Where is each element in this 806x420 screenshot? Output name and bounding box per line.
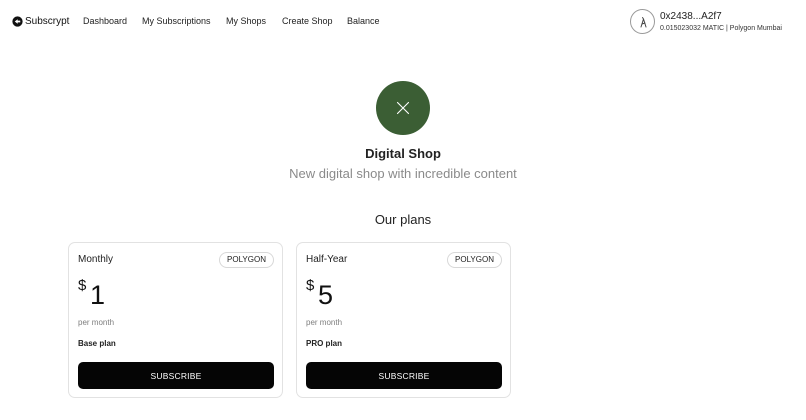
- nav-link-dashboard[interactable]: Dashboard: [83, 16, 127, 26]
- price-amount: 5: [318, 280, 334, 310]
- nav-link-create-shop[interactable]: Create Shop: [282, 16, 333, 26]
- plan-description: PRO plan: [306, 339, 343, 348]
- plan-name: Half-Year: [306, 254, 348, 265]
- network-badge: POLYGON: [447, 252, 502, 268]
- brand-logo-link[interactable]: Subscrypt: [12, 14, 69, 28]
- plan-card-monthly: Monthly POLYGON $ 1 per month Base plan …: [68, 242, 283, 398]
- shop-description: New digital shop with incredible content: [289, 166, 517, 181]
- wallet-address: 0x2438...A2f7: [660, 11, 722, 22]
- plan-card-half-year: Half-Year POLYGON $ 5 per month PRO plan…: [296, 242, 511, 398]
- account-avatar[interactable]: [630, 9, 655, 34]
- price-currency: $: [306, 277, 315, 294]
- nav-link-balance[interactable]: Balance: [347, 16, 380, 26]
- subscribe-button[interactable]: SUBSCRIBE: [306, 362, 502, 389]
- top-navbar: Subscrypt Dashboard My Subscriptions My …: [0, 0, 806, 44]
- price-amount: 1: [90, 280, 106, 310]
- wallet-avatar-icon: [640, 16, 646, 27]
- subscribe-button[interactable]: SUBSCRIBE: [78, 362, 274, 389]
- network-badge: POLYGON: [219, 252, 274, 268]
- plans-heading: Our plans: [374, 212, 432, 227]
- plan-name: Monthly: [78, 254, 114, 265]
- price-currency: $: [78, 277, 87, 294]
- wallet-balance: 0.015023032 MATIC | Polygon Mumbai: [660, 25, 782, 32]
- nav-link-my-shops[interactable]: My Shops: [226, 16, 266, 26]
- plan-period: per month: [78, 318, 115, 327]
- close-x-icon: [396, 101, 410, 115]
- plan-period: per month: [306, 318, 343, 327]
- subscrypt-logo-icon: [12, 15, 23, 27]
- shop-title: Digital Shop: [365, 146, 441, 161]
- plan-description: Base plan: [78, 339, 116, 348]
- brand-name: Subscrypt: [25, 15, 70, 27]
- nav-link-my-subscriptions[interactable]: My Subscriptions: [142, 16, 211, 26]
- shop-logo: [376, 81, 430, 135]
